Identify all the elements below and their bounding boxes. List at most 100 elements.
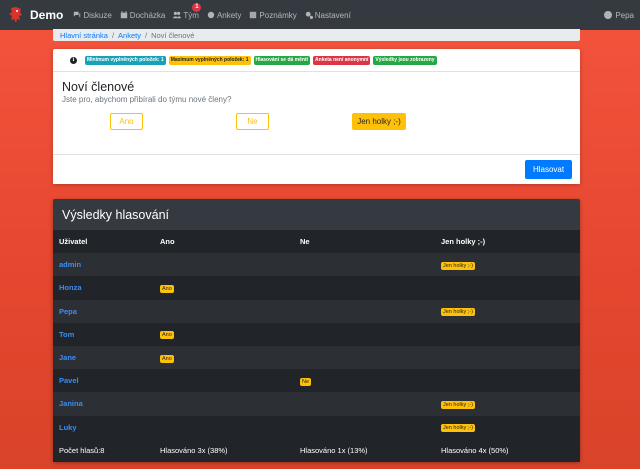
option-ne-button[interactable]: Ne: [236, 113, 269, 130]
survey-options: Ano Ne Jen holky ;-): [62, 110, 571, 140]
header-ano: Ano: [154, 230, 294, 254]
option-jen-holky-button[interactable]: Jen holky ;-): [352, 113, 406, 130]
cell-vote: [154, 369, 294, 393]
nav-item-label: Poznámky: [259, 10, 297, 20]
brand[interactable]: Demo: [8, 6, 63, 24]
survey-body: Noví členové Jste pro, abychom přibírali…: [53, 72, 580, 154]
nav-item-label: Nastavení: [314, 10, 351, 20]
user-link[interactable]: admin: [59, 260, 81, 269]
notification-badge: 1: [192, 3, 202, 12]
nav-item-dochazka[interactable]: Docházka: [120, 0, 166, 30]
table-row: Luky Jen holky ;-): [53, 415, 580, 439]
vote-badge: Jen holky ;-): [441, 261, 475, 270]
table-row: Tom Ano: [53, 322, 580, 346]
cell-vote: Jen holky ;-): [435, 299, 580, 323]
summary-row: Počet hlasů:8 Hlasováno 3x (38%) Hlasová…: [53, 438, 580, 462]
option-ano-button[interactable]: Ano: [110, 113, 143, 130]
cell-vote: [435, 369, 580, 393]
cell-vote: [435, 345, 580, 370]
cell-vote: [294, 345, 435, 370]
vote-badge: Ano: [160, 354, 174, 363]
summary-total: Počet hlasů:8: [53, 438, 154, 462]
nav-item-ankety[interactable]: Ankety: [207, 0, 241, 30]
cell-user: Pepa: [53, 299, 154, 323]
table-row: admin Jen holky ;-): [53, 253, 580, 277]
setting-pill-max: Maximum vyplněných položek: 1: [168, 55, 251, 65]
setting-pill-changeable: Hlasování se dá měnit: [253, 55, 311, 65]
comments-icon: [74, 11, 81, 18]
survey-card: i Minimum vyplněných položek: 1 Maximum …: [53, 49, 580, 184]
nav-item-label: Docházka: [129, 10, 166, 20]
nav-item-nastaveni[interactable]: Nastavení: [305, 0, 351, 30]
user-link[interactable]: Janina: [59, 399, 83, 408]
cell-vote: Ano: [154, 345, 294, 370]
cell-vote: [294, 276, 435, 300]
vote-badge: Jen holky ;-): [441, 308, 475, 317]
user-link[interactable]: Jane: [59, 353, 76, 362]
cell-user: Tom: [53, 322, 154, 346]
navbar: Demo Diskuze Docházka Tým 1 Ankety Pozná…: [0, 0, 640, 30]
nav-item-poznamky[interactable]: Poznámky: [249, 0, 297, 30]
cell-vote: Ano: [154, 322, 294, 346]
cell-user: admin: [53, 253, 154, 277]
cell-user: Honza: [53, 276, 154, 300]
cell-user: Jane: [53, 345, 154, 370]
table-row: Jane Ano: [53, 345, 580, 370]
cell-vote: [294, 322, 435, 346]
poll-icon: [207, 11, 215, 19]
nav-item-tym[interactable]: Tým 1: [173, 0, 202, 30]
cell-vote: Ne: [294, 369, 435, 393]
cell-vote: [294, 392, 435, 416]
cell-vote: [294, 415, 435, 439]
results-title: Výsledky hlasování: [62, 207, 170, 222]
breadcrumb-home[interactable]: Hlavní stránka: [60, 31, 108, 40]
header-user: Uživatel: [53, 230, 154, 254]
breadcrumb: Hlavní stránka / Ankety / Noví členové: [53, 29, 580, 41]
cell-vote: [154, 253, 294, 277]
results-table: Uživatel Ano Ne Jen holky ;-) admin Jen h…: [53, 230, 580, 462]
cell-user: Luky: [53, 415, 154, 439]
breadcrumb-active: Noví členové: [151, 30, 195, 40]
cell-vote: [435, 322, 580, 346]
breadcrumb-separator: /: [111, 30, 115, 40]
table-header-row: Uživatel Ano Ne Jen holky ;-): [53, 230, 580, 254]
info-icon: i: [70, 56, 77, 64]
cell-vote: Jen holky ;-): [435, 253, 580, 277]
user-icon: [604, 11, 613, 19]
cell-vote: Jen holky ;-): [435, 392, 580, 416]
user-menu[interactable]: Pepa: [604, 11, 634, 20]
vote-badge: Jen holky ;-): [441, 424, 475, 433]
vote-badge: Ne: [300, 377, 312, 386]
summary-ano: Hlasováno 3x (38%): [154, 438, 294, 462]
cell-vote: [154, 299, 294, 323]
vote-badge: Ano: [160, 331, 174, 340]
user-link[interactable]: Honza: [59, 283, 82, 292]
cell-vote: Ano: [154, 276, 294, 300]
table-row: Pavel Ne: [53, 369, 580, 393]
setting-pill-anonymous: Anketa není anonymní: [313, 55, 371, 65]
survey-settings: i Minimum vyplněných položek: 1 Maximum …: [53, 49, 580, 72]
cell-vote: [294, 253, 435, 277]
user-link[interactable]: Luky: [59, 423, 77, 432]
setting-pill-results: Výsledky jsou zobrazeny: [373, 55, 437, 65]
user-link[interactable]: Pepa: [59, 307, 77, 316]
cell-vote: [435, 276, 580, 300]
breadcrumb-separator: /: [144, 30, 148, 40]
cell-vote: [294, 299, 435, 323]
cell-user: Pavel: [53, 369, 154, 393]
breadcrumb-ankety[interactable]: Ankety: [118, 31, 141, 40]
brand-name: Demo: [30, 8, 64, 22]
table-row: Janina Jen holky ;-): [53, 392, 580, 416]
results-body: admin Jen holky ;-) Honza Ano Pepa Jen holky …: [53, 253, 580, 439]
survey-title: Noví členové: [62, 80, 135, 94]
nav-item-diskuze[interactable]: Diskuze: [73, 0, 112, 30]
user-link[interactable]: Tom: [59, 330, 74, 339]
vote-button[interactable]: Hlasovat: [525, 160, 572, 179]
calendar-icon: [120, 11, 127, 19]
user-link[interactable]: Pavel: [59, 376, 79, 385]
cogs-icon: [305, 11, 313, 19]
notes-icon: [250, 11, 257, 19]
cell-vote: Jen holky ;-): [435, 415, 580, 439]
users-icon: [173, 11, 182, 19]
user-name: Pepa: [615, 10, 634, 20]
